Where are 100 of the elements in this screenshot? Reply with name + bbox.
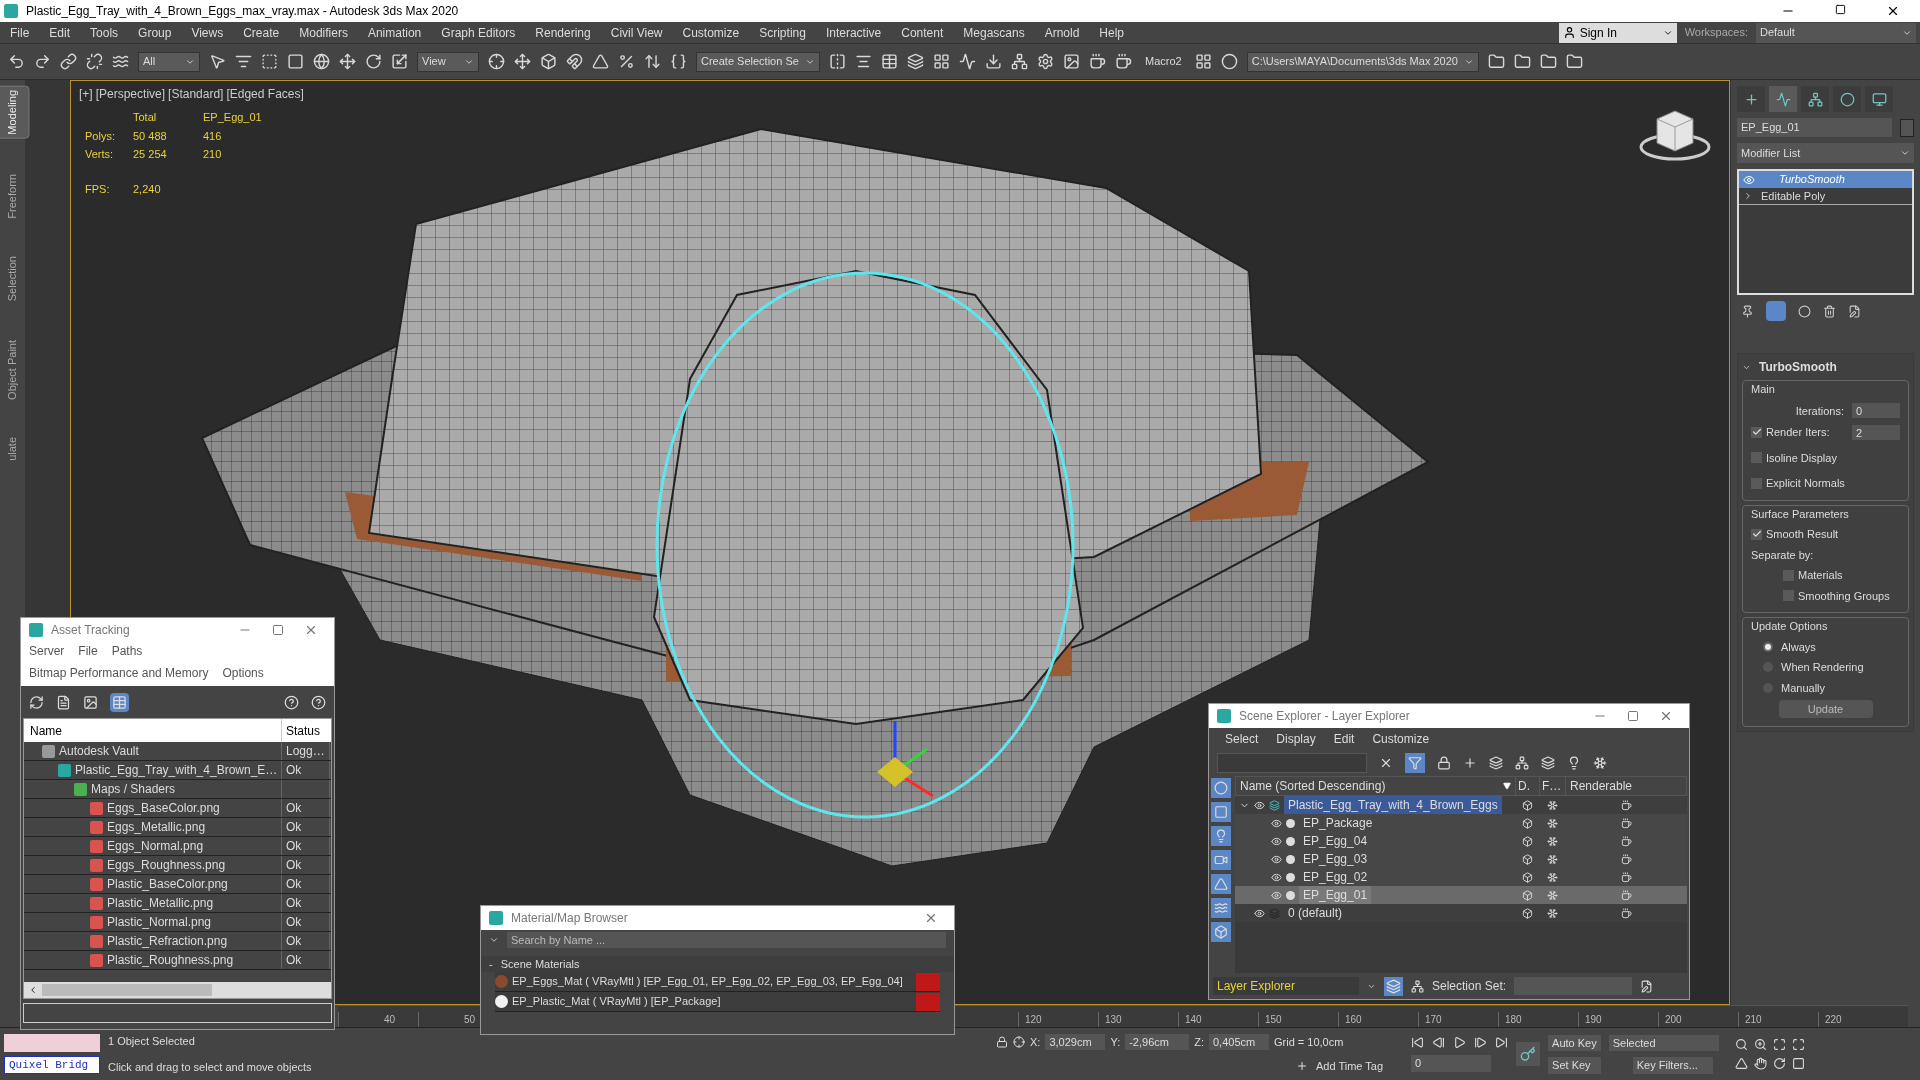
orbit-icon[interactable] <box>1772 1057 1786 1070</box>
iterations-spinner[interactable]: 0 <box>1852 403 1900 419</box>
menu-item[interactable]: Graph Editors <box>431 23 526 42</box>
reference-coordinate-dropdown[interactable]: View <box>417 51 479 72</box>
macro-label[interactable]: Macro2 <box>1141 53 1186 70</box>
show-result-toggle[interactable] <box>1766 301 1786 321</box>
align-icon[interactable] <box>855 53 872 70</box>
table-icon[interactable] <box>881 53 898 70</box>
selection-filter-dropdown[interactable]: All <box>138 51 200 72</box>
search-field[interactable] <box>1217 753 1367 773</box>
set-key-button[interactable]: Set Key <box>1548 1057 1601 1074</box>
explorer-mode-dropdown[interactable]: Layer Explorer <box>1213 977 1359 995</box>
search-icon[interactable] <box>1734 1038 1748 1051</box>
layer-name[interactable]: Plastic_Egg_Tray_with_4_Brown_Eggs <box>1284 796 1502 814</box>
add-time-tag-button[interactable]: Add Time Tag <box>1316 1058 1384 1075</box>
checkbox[interactable] <box>1783 569 1794 581</box>
object-name[interactable]: EP_Egg_03 <box>1299 850 1372 868</box>
x-field[interactable]: 3,029cm <box>1045 1033 1106 1050</box>
z-field[interactable]: 0,405cm <box>1209 1033 1269 1050</box>
play-icon[interactable] <box>1453 1036 1467 1050</box>
move-icon[interactable] <box>514 53 531 70</box>
refresh-icon[interactable] <box>29 694 44 710</box>
panel-tab[interactable] <box>1737 86 1765 112</box>
triangle-icon[interactable] <box>1734 1057 1748 1070</box>
lock-icon[interactable] <box>996 1035 1008 1048</box>
hierarchy-icon[interactable] <box>1515 756 1529 770</box>
quixel-bridge-button[interactable]: Quixel Bridg <box>4 1055 100 1075</box>
panel-tab[interactable] <box>1801 86 1829 112</box>
menu-item[interactable]: Customize <box>672 23 750 42</box>
search-field[interactable]: Search by Name ... <box>507 931 946 949</box>
ribbon-tab[interactable]: Object Paint <box>0 336 29 403</box>
key-icon[interactable] <box>1516 1042 1541 1066</box>
menu-item[interactable]: Display <box>1276 730 1316 748</box>
next-frame-icon[interactable] <box>1474 1036 1488 1050</box>
spinner-icon[interactable] <box>644 53 661 70</box>
panel-tab[interactable] <box>1865 86 1893 112</box>
image-icon[interactable] <box>1063 53 1080 70</box>
grid-icon[interactable] <box>1194 53 1212 70</box>
key-mode-dropdown[interactable]: Selected <box>1608 1034 1719 1051</box>
zoom-extents-icon[interactable] <box>1772 1038 1786 1051</box>
download-icon[interactable] <box>985 53 1002 70</box>
column-header[interactable]: Status <box>282 719 330 742</box>
square-icon[interactable] <box>287 53 304 70</box>
menu-item[interactable]: Edit <box>39 23 81 42</box>
checkbox[interactable] <box>1751 528 1762 540</box>
unlink-icon[interactable] <box>86 53 103 70</box>
menu-item[interactable]: Bitmap Performance and Memory <box>29 664 209 682</box>
menu-item[interactable]: Content <box>891 23 954 42</box>
column-header[interactable]: Name (Sorted Descending) <box>1236 777 1516 795</box>
move-icon[interactable] <box>339 53 356 70</box>
eye-icon[interactable] <box>1271 817 1282 829</box>
viewport-label[interactable]: [Edged Faces] <box>226 85 304 103</box>
gear-icon[interactable] <box>1037 53 1054 70</box>
maximize-viewport-icon[interactable] <box>1791 1057 1805 1070</box>
panel-tab[interactable] <box>1769 86 1797 112</box>
eye-icon[interactable] <box>1271 871 1282 883</box>
image-icon[interactable] <box>83 694 98 710</box>
lock-icon[interactable] <box>1437 756 1451 770</box>
restore-icon[interactable] <box>1835 4 1846 15</box>
modifier-list-dropdown[interactable]: Modifier List <box>1737 143 1914 163</box>
y-field[interactable]: -2,96cm <box>1125 1033 1190 1050</box>
menu-item[interactable]: Create <box>233 23 290 42</box>
menu-item[interactable]: Customize <box>1372 730 1430 748</box>
menu-item[interactable]: Group <box>128 23 182 42</box>
workspace-dropdown[interactable]: Default <box>1756 22 1916 43</box>
viewport-label[interactable]: [Perspective] <box>95 85 166 103</box>
scale-icon[interactable] <box>391 53 408 70</box>
menu-item[interactable]: Help <box>1089 23 1135 42</box>
crosshair-icon[interactable] <box>1013 1035 1025 1048</box>
auto-key-button[interactable]: Auto Key <box>1548 1034 1601 1051</box>
eye-icon[interactable] <box>1271 853 1282 865</box>
checkbox[interactable] <box>1751 452 1762 464</box>
scrollbar-thumb[interactable] <box>42 984 212 996</box>
list-icon[interactable] <box>235 53 252 70</box>
rollout-title[interactable]: TurboSmooth <box>1759 358 1837 376</box>
hierarchy-icon[interactable] <box>1411 979 1424 993</box>
layer-name[interactable]: 0 (default) <box>1284 904 1347 922</box>
eye-icon[interactable] <box>1254 799 1265 811</box>
help-icon[interactable] <box>311 694 326 710</box>
object-name[interactable]: EP_Package <box>1299 814 1377 832</box>
menu-item[interactable]: Paths <box>111 642 143 660</box>
key-filters-button[interactable]: Key Filters... <box>1632 1057 1713 1074</box>
modifier-stack-item[interactable]: TurboSmooth <box>1739 171 1912 188</box>
modifier-stack-item[interactable]: Editable Poly <box>1739 188 1912 205</box>
menu-item[interactable]: Modifiers <box>289 23 358 42</box>
wave-icon[interactable] <box>112 53 129 70</box>
color-swatch[interactable] <box>1900 118 1914 137</box>
material-item[interactable]: EP_Plastic_Mat ( VRayMtl ) [EP_Package] <box>495 992 940 1012</box>
object-name[interactable]: EP_Egg_02 <box>1299 868 1372 886</box>
camera-icon[interactable] <box>1211 850 1231 870</box>
layers-icon[interactable] <box>1384 976 1403 996</box>
frame-field[interactable]: 0 <box>1411 1055 1492 1072</box>
redo-icon[interactable] <box>34 53 51 70</box>
curve-icon[interactable] <box>959 53 976 70</box>
braces-icon[interactable] <box>670 53 687 70</box>
globe-icon[interactable] <box>313 53 330 70</box>
layers-icon[interactable] <box>1541 756 1555 770</box>
render-iters-spinner[interactable]: 2 <box>1852 424 1900 440</box>
radio-button[interactable] <box>1763 641 1773 652</box>
pivot-icon[interactable] <box>488 53 505 70</box>
